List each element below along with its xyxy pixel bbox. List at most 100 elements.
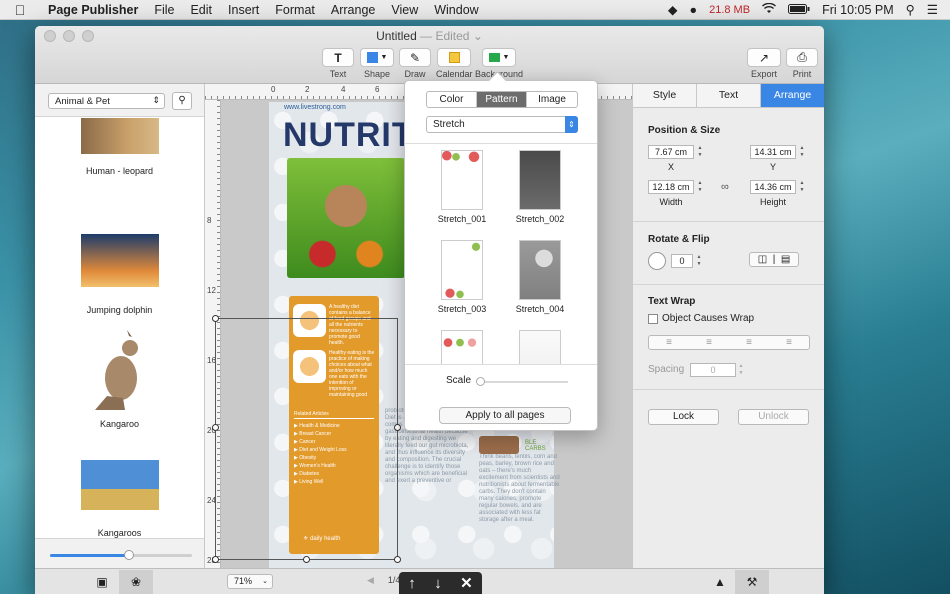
draw-tool[interactable]: ✎ Draw — [399, 48, 431, 79]
wrap-none-icon[interactable]: ≡ — [786, 336, 792, 349]
article-image[interactable] — [479, 436, 519, 454]
pen-icon[interactable]: ✎ — [399, 48, 431, 67]
calendar-tool[interactable]: Calendar — [436, 48, 473, 79]
y-field[interactable]: 14.31 cm — [750, 145, 796, 159]
width-stepper[interactable]: ▲ ▼ — [696, 180, 704, 194]
previous-page-icon[interactable]: ◀ — [367, 575, 374, 586]
menu-app-name[interactable]: Page Publisher — [40, 3, 146, 17]
x-field[interactable]: 7.67 cm — [648, 145, 694, 159]
clipart-item-kangaroos[interactable]: Kangaroos — [35, 460, 204, 538]
flip-horizontal-icon[interactable]: ◫ — [758, 254, 767, 265]
tab-text[interactable]: Text — [697, 84, 761, 107]
calendar-icon[interactable] — [437, 48, 472, 67]
page-url[interactable]: www.livestrong.com — [284, 104, 346, 111]
clock[interactable]: Fri 10:05 PM — [822, 3, 894, 17]
fill-bucket-icon[interactable]: ▲ — [703, 570, 737, 594]
slider-knob[interactable] — [124, 550, 134, 560]
wrap-checkbox[interactable] — [648, 313, 658, 324]
groceries-image[interactable] — [287, 158, 405, 278]
menu-edit[interactable]: Edit — [182, 3, 220, 17]
pattern-tile[interactable] — [423, 330, 501, 364]
tab-image[interactable]: Image — [527, 92, 577, 107]
notification-center-icon[interactable]: ☰ — [927, 2, 938, 17]
page-view-icon[interactable]: ▣ — [85, 570, 119, 594]
thumbnail-size-slider[interactable] — [50, 550, 192, 560]
delete-object-icon[interactable]: ✕ — [460, 574, 473, 592]
spacing-stepper[interactable]: ▲ ▼ — [737, 363, 745, 377]
menu-file[interactable]: File — [146, 3, 182, 17]
height-stepper[interactable]: ▲ ▼ — [798, 180, 806, 194]
menu-arrange[interactable]: Arrange — [323, 3, 383, 17]
shape-tool-icon[interactable]: ▼ — [360, 48, 394, 67]
flip-buttons[interactable]: ◫ | ▤ — [749, 252, 799, 267]
shape-tool[interactable]: ▼ Shape — [360, 48, 394, 79]
resize-handle[interactable] — [212, 424, 219, 431]
zoom-select[interactable]: 71% ⌄ — [227, 574, 273, 589]
clipart-library-icon[interactable]: ❀ — [119, 570, 153, 594]
scale-slider-knob[interactable] — [476, 377, 485, 386]
spacing-field[interactable]: 0 — [690, 363, 736, 377]
menu-view[interactable]: View — [383, 3, 426, 17]
document-title[interactable]: Untitled — Edited ⌄ — [35, 29, 824, 43]
resize-handle[interactable] — [212, 315, 219, 322]
unlock-button[interactable]: Unlock — [738, 409, 809, 425]
menu-window[interactable]: Window — [426, 3, 486, 17]
page-headline[interactable]: NUTRIT — [283, 116, 414, 155]
y-stepper[interactable]: ▲ ▼ — [798, 145, 806, 159]
clipart-item-human-leopard[interactable]: Human - leopard — [35, 118, 204, 176]
selection-frame[interactable] — [212, 315, 401, 563]
rotation-stepper[interactable]: ▲ ▼ — [695, 254, 703, 268]
pattern-tile[interactable]: Stretch_001 — [423, 150, 501, 224]
export-icon[interactable]: ↗ — [747, 48, 781, 67]
dropbox-icon[interactable]: ◆ — [668, 2, 678, 17]
background-tool-icon[interactable]: ▼ — [482, 48, 517, 67]
x-stepper[interactable]: ▲ ▼ — [696, 145, 704, 159]
tools-icon[interactable]: ⚒ — [735, 570, 769, 594]
pattern-tile[interactable] — [501, 330, 579, 364]
resize-handle[interactable] — [303, 556, 310, 563]
apply-to-all-pages-button[interactable]: Apply to all pages — [439, 407, 571, 424]
memory-usage[interactable]: 21.8 MB — [709, 4, 750, 16]
pattern-tile[interactable]: Stretch_004 — [501, 240, 579, 314]
printer-icon[interactable]: ⎙ — [786, 48, 818, 67]
resize-handle[interactable] — [394, 424, 401, 431]
rotation-knob[interactable] — [648, 252, 666, 270]
rotation-field[interactable]: 0 — [671, 254, 693, 268]
tab-style[interactable]: Style — [633, 84, 697, 107]
article-column-2[interactable]: Think beans, lentils, corn and peas, bar… — [479, 454, 561, 534]
bring-forward-icon[interactable]: ↑ — [408, 575, 416, 592]
memory-icon[interactable]: ● — [690, 3, 698, 17]
tab-arrange[interactable]: Arrange — [761, 84, 824, 107]
tab-pattern[interactable]: Pattern — [477, 92, 527, 107]
wrap-top-bottom-icon[interactable]: ≡ — [746, 336, 752, 349]
apple-menu-icon[interactable]:  — [0, 2, 40, 18]
wrap-square-icon[interactable]: ≡ — [706, 336, 712, 349]
lock-button[interactable]: Lock — [648, 409, 719, 425]
pattern-mode-select[interactable]: Stretch ⇕ — [426, 116, 578, 133]
menu-format[interactable]: Format — [267, 3, 323, 17]
text-tool-icon[interactable]: T — [322, 48, 354, 67]
tab-color[interactable]: Color — [427, 92, 477, 107]
resize-handle[interactable] — [212, 556, 219, 563]
send-backward-icon[interactable]: ↓ — [434, 575, 442, 592]
link-icon[interactable]: ∞ — [721, 181, 729, 193]
article-subhead[interactable]: BLE CARBS — [525, 440, 554, 452]
text-tool[interactable]: T Text — [322, 48, 354, 79]
search-icon[interactable]: ⚲ — [172, 92, 192, 110]
width-field[interactable]: 12.18 cm — [648, 180, 694, 194]
flip-vertical-icon[interactable]: ▤ — [781, 254, 790, 265]
menu-insert[interactable]: Insert — [220, 3, 267, 17]
wrap-type-selector[interactable]: ≡ ≡ ≡ ≡ — [648, 335, 810, 350]
clipart-item-jumping-dolphin[interactable]: Jumping dolphin — [35, 234, 204, 315]
category-select[interactable]: Animal & Pet ⇕ — [48, 93, 165, 109]
print-tool[interactable]: ⎙ Print — [786, 48, 818, 79]
object-causes-wrap[interactable]: Object Causes Wrap — [648, 313, 754, 324]
spotlight-icon[interactable]: ⚲ — [906, 2, 915, 17]
wifi-icon[interactable] — [762, 2, 777, 17]
scale-slider[interactable] — [476, 377, 568, 386]
resize-handle[interactable] — [394, 556, 401, 563]
pattern-tile[interactable]: Stretch_002 — [501, 150, 579, 224]
export-tool[interactable]: ↗ Export — [747, 48, 781, 79]
battery-icon[interactable] — [788, 3, 810, 17]
wrap-around-icon[interactable]: ≡ — [666, 336, 672, 349]
